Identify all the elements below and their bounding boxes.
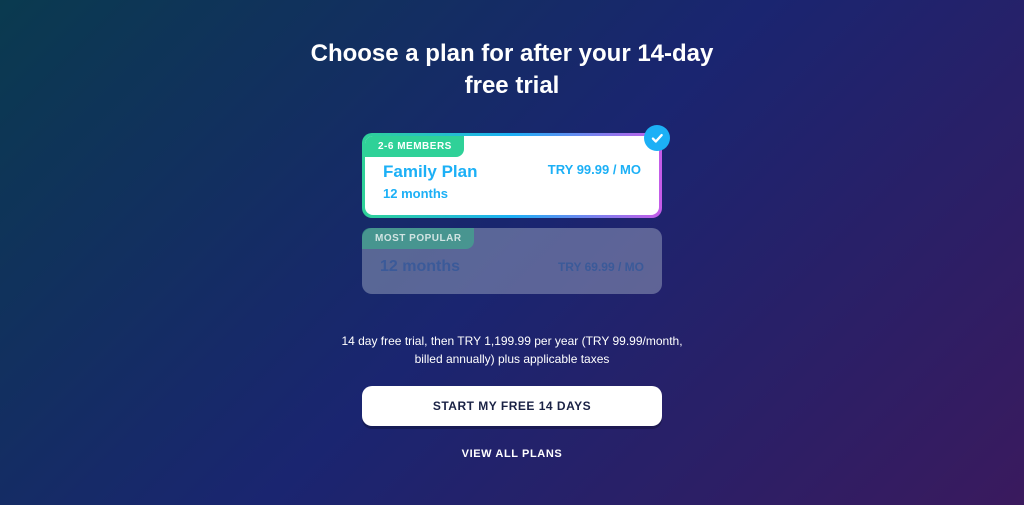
plan-duration: 12 months xyxy=(380,258,460,276)
plan-name: Family Plan xyxy=(383,162,477,182)
plan-card-twelve-months[interactable]: MOST POPULAR 12 months TRY 69.99 / MO xyxy=(362,228,662,294)
page-title: Choose a plan for after your 14-dayfree … xyxy=(311,38,714,103)
plan-badge-popular: MOST POPULAR xyxy=(362,228,474,249)
plan-info: Family Plan 12 months xyxy=(383,162,477,201)
plan-card-family[interactable]: 2-6 MEMBERS Family Plan 12 months TRY 99… xyxy=(362,133,662,218)
disclaimer-text: 14 day free trial, then TRY 1,199.99 per… xyxy=(332,332,692,368)
plan-price: TRY 99.99 / MO xyxy=(548,162,641,177)
plan-badge-members: 2-6 MEMBERS xyxy=(365,136,464,157)
view-all-plans-link[interactable]: VIEW ALL PLANS xyxy=(462,448,563,460)
plan-duration: 12 months xyxy=(383,186,477,201)
start-trial-button[interactable]: START MY FREE 14 DAYS xyxy=(362,386,662,426)
check-icon xyxy=(644,125,670,151)
plan-price: TRY 69.99 / MO xyxy=(558,260,644,274)
